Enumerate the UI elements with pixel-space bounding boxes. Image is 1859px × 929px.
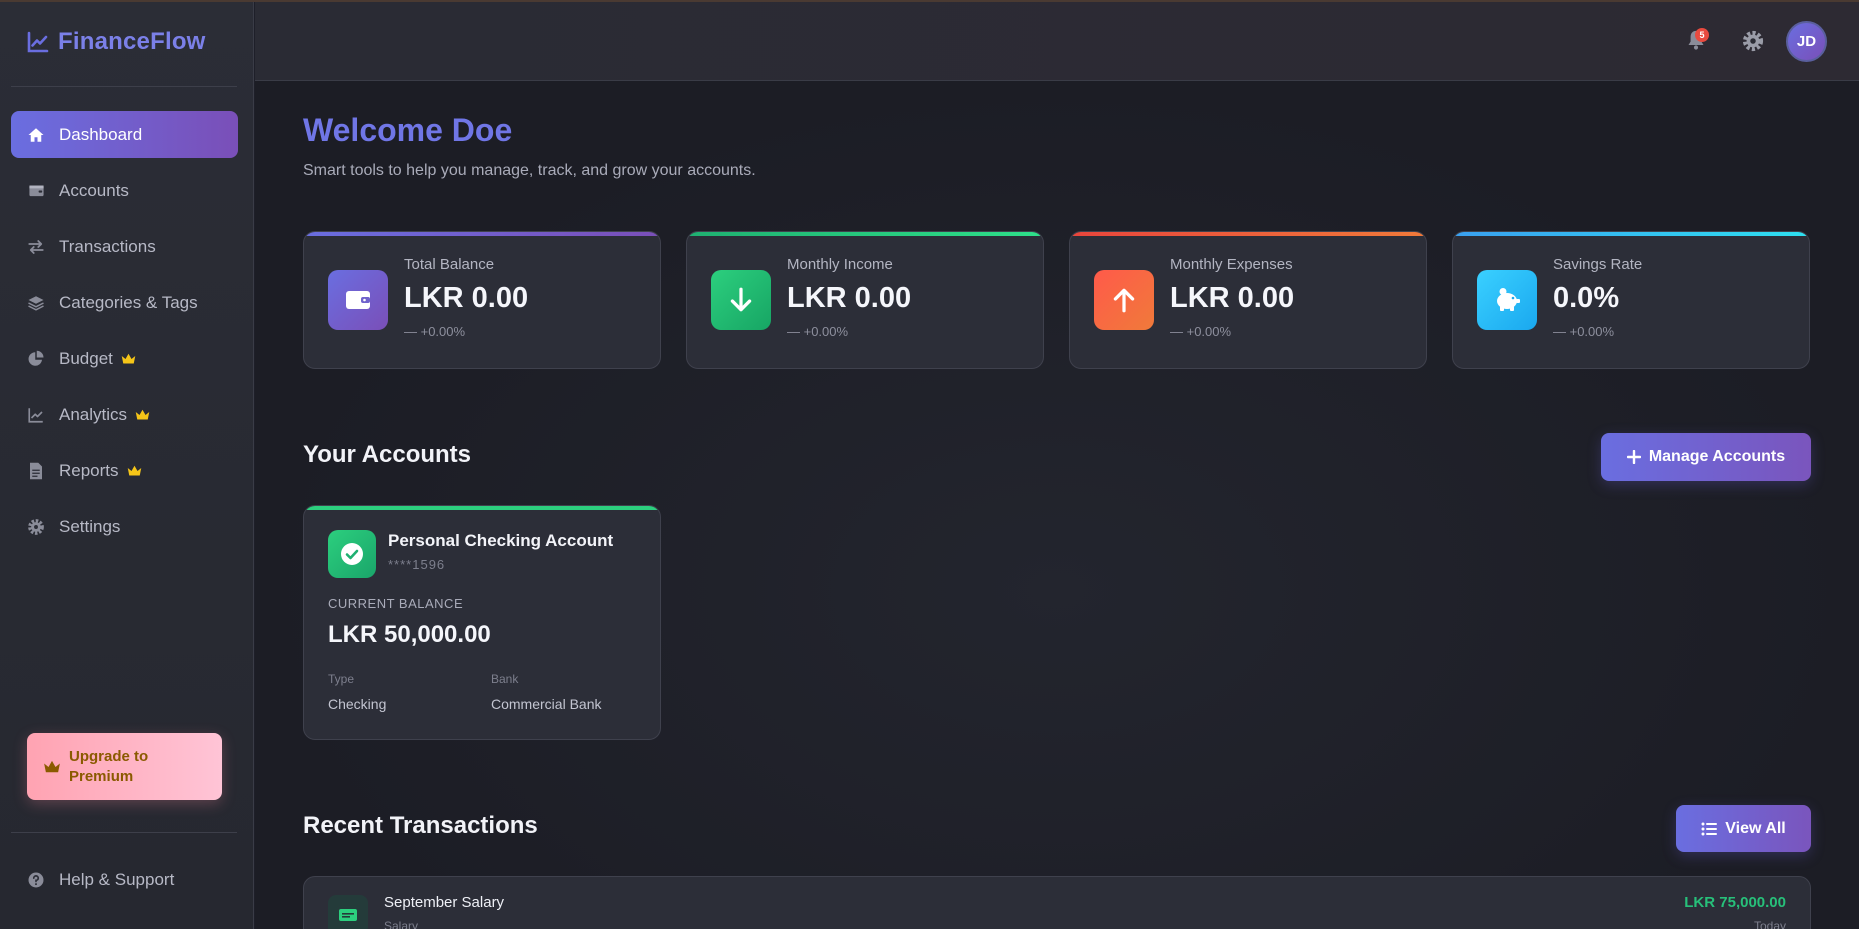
bank-label: Bank [491, 672, 519, 686]
sidebar-item-label: Transactions [59, 236, 156, 256]
arrow-up-icon [1094, 270, 1154, 330]
help-support-link[interactable]: Help & Support [27, 870, 174, 890]
section-title-transactions: Recent Transactions [303, 812, 538, 839]
notification-badge: 5 [1695, 28, 1709, 42]
stat-value: 0.0% [1553, 282, 1620, 314]
view-all-button[interactable]: View All [1676, 805, 1811, 852]
money-icon [328, 895, 368, 929]
manage-accounts-label: Manage Accounts [1648, 448, 1786, 465]
pie-chart-icon [27, 350, 45, 368]
home-icon [27, 126, 45, 144]
stat-value: LKR 0.00 [404, 282, 529, 314]
sidebar-item-label: Budget [59, 348, 113, 368]
sidebar-item-label: Reports [59, 460, 119, 480]
layers-icon [27, 294, 45, 312]
crown-icon [44, 760, 60, 772]
sidebar-item-budget[interactable]: Budget [11, 335, 238, 382]
sidebar-item-transactions[interactable]: Transactions [11, 223, 238, 270]
stat-label: Total Balance [404, 256, 495, 273]
section-title-accounts: Your Accounts [303, 441, 472, 468]
document-icon [27, 462, 45, 480]
chart-line-icon [27, 31, 49, 53]
stat-change: — +0.00% [1170, 324, 1232, 339]
sidebar-divider [11, 832, 237, 833]
sidebar-item-categories[interactable]: Categories & Tags [11, 279, 238, 326]
sidebar-item-dashboard[interactable]: Dashboard [11, 111, 238, 158]
page-subtitle: Smart tools to help you manage, track, a… [303, 162, 756, 179]
plus-icon [1626, 450, 1641, 464]
upgrade-premium-button[interactable]: Upgrade to Premium [27, 733, 222, 800]
sidebar-item-accounts[interactable]: Accounts [11, 167, 238, 214]
stat-label: Monthly Income [787, 256, 893, 273]
stat-label: Savings Rate [1553, 256, 1643, 273]
card-accent-bar [304, 232, 660, 236]
card-accent-bar [1070, 232, 1426, 236]
arrow-down-icon [711, 270, 771, 330]
balance-label: CURRENT BALANCE [328, 596, 464, 611]
transaction-amount: LKR 75,000.00 [1684, 894, 1786, 911]
account-number: ****1596 [388, 557, 446, 572]
sidebar-item-analytics[interactable]: Analytics [11, 391, 238, 438]
sidebar-item-label: Categories & Tags [59, 292, 198, 312]
help-label: Help & Support [59, 870, 175, 889]
account-bank: Commercial Bank [491, 696, 602, 712]
account-card[interactable]: Personal Checking Account ****1596 CURRE… [303, 505, 661, 740]
crown-icon [127, 465, 141, 475]
stat-card-monthly-expenses: Monthly Expenses LKR 0.00 — +0.00% [1069, 231, 1427, 369]
stat-change: — +0.00% [404, 324, 466, 339]
transaction-row[interactable]: September Salary Salary LKR 75,000.00 To… [303, 876, 1811, 929]
view-all-label: View All [1725, 819, 1786, 837]
stat-change: — +0.00% [1553, 324, 1615, 339]
sidebar-item-label: Dashboard [59, 124, 143, 144]
gear-icon [27, 518, 45, 536]
check-circle-icon [328, 530, 376, 578]
exchange-icon [27, 238, 45, 256]
stat-label: Monthly Expenses [1170, 256, 1293, 273]
wallet-icon [27, 182, 45, 200]
top-border-line [0, 0, 1859, 2]
brand-name: FinanceFlow [58, 28, 206, 55]
top-header [255, 0, 1859, 81]
account-balance: LKR 50,000.00 [328, 621, 491, 648]
crown-icon [121, 353, 136, 363]
avatar[interactable]: JD [1786, 21, 1827, 62]
sidebar-nav: Dashboard Accounts Transactions Categori… [11, 111, 238, 559]
card-accent-bar [1453, 232, 1809, 236]
stat-value: LKR 0.00 [1170, 282, 1295, 314]
sidebar-item-label: Settings [59, 516, 121, 536]
piggy-bank-icon [1477, 270, 1537, 330]
sidebar-item-reports[interactable]: Reports [11, 447, 238, 494]
account-name: Personal Checking Account [388, 531, 614, 550]
stat-card-monthly-income: Monthly Income LKR 0.00 — +0.00% [686, 231, 1044, 369]
card-accent-bar [304, 506, 660, 510]
sidebar-item-label: Accounts [59, 180, 129, 200]
line-chart-icon [27, 406, 45, 424]
upgrade-label: Upgrade to Premium [69, 747, 149, 785]
manage-accounts-button[interactable]: Manage Accounts [1601, 433, 1811, 481]
stat-change: — +0.00% [787, 324, 849, 339]
brand-logo[interactable]: FinanceFlow [26, 28, 206, 56]
sidebar-item-settings[interactable]: Settings [11, 503, 238, 550]
wallet-icon [328, 270, 388, 330]
type-label: Type [328, 672, 355, 686]
transaction-date: Today [1753, 919, 1786, 929]
list-icon [1701, 822, 1718, 835]
gear-icon[interactable] [1742, 30, 1764, 52]
transaction-category: Salary [384, 919, 419, 929]
stat-card-savings-rate: Savings Rate 0.0% — +0.00% [1452, 231, 1810, 369]
stat-value: LKR 0.00 [787, 282, 912, 314]
page-title: Welcome Doe [303, 112, 513, 148]
crown-icon [135, 409, 150, 419]
help-circle-icon [28, 872, 44, 888]
stat-card-total-balance: Total Balance LKR 0.00 — +0.00% [303, 231, 661, 369]
sidebar-divider [11, 86, 237, 87]
transaction-title: September Salary [384, 894, 505, 911]
sidebar-item-label: Analytics [59, 404, 128, 424]
sidebar: FinanceFlow Dashboard Accounts Transacti… [0, 0, 254, 929]
account-type: Checking [328, 696, 387, 712]
card-accent-bar [687, 232, 1043, 236]
